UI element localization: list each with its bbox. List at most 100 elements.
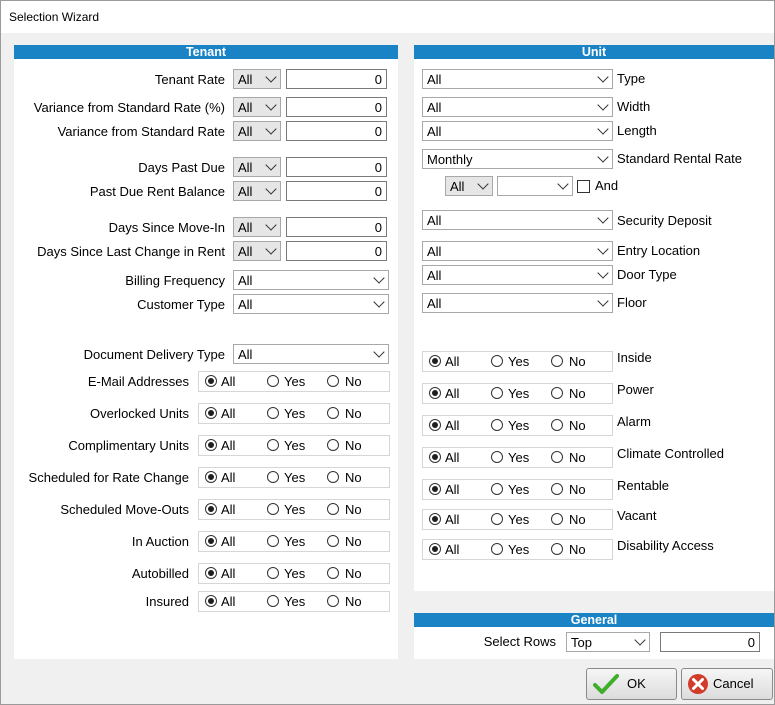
rental-rate-operator-select[interactable]: All (445, 176, 493, 196)
past-due-balance-input[interactable]: 0 (286, 181, 387, 201)
document-delivery-select[interactable]: All (233, 344, 389, 364)
variance-std-operator-select[interactable]: All (233, 121, 281, 141)
vacant-radio-all[interactable] (429, 513, 441, 525)
past-due-balance-operator-select[interactable]: All (233, 181, 281, 201)
unit-width-select[interactable]: All (422, 97, 613, 117)
disability-access-radio-yes[interactable] (491, 543, 503, 555)
rentable-radio-yes[interactable] (491, 483, 503, 495)
select-rows-mode-select[interactable]: Top (566, 632, 650, 652)
standard-rental-rate-select[interactable]: Monthly (422, 149, 613, 169)
in-auction-radio-yes[interactable] (267, 535, 279, 547)
days-since-change-label: Days Since Last Change in Rent (37, 244, 225, 259)
overlocked-units-radio-no[interactable] (327, 407, 339, 419)
entry-location-select[interactable]: All (422, 241, 613, 261)
door-type-select[interactable]: All (422, 265, 613, 285)
power-radio-no-label: No (569, 386, 586, 401)
power-radio-all[interactable] (429, 387, 441, 399)
rental-rate-value-select[interactable] (497, 176, 573, 196)
days-since-move-in-input[interactable]: 0 (286, 217, 387, 237)
alarm-radio-yes-label: Yes (508, 418, 530, 433)
days-past-due-operator-select[interactable]: All (233, 157, 281, 177)
disability-access-label: Disability Access (617, 538, 714, 553)
insured-label: Insured (145, 594, 189, 609)
complimentary-units-radio-yes-label: Yes (284, 438, 306, 453)
complimentary-units-radio-no[interactable] (327, 439, 339, 451)
floor-select[interactable]: All (422, 293, 613, 313)
insured-radio-all[interactable] (205, 595, 217, 607)
power-radio-yes[interactable] (491, 387, 503, 399)
climate-controlled-radio-yes[interactable] (491, 451, 503, 463)
climate-controlled-radio-no[interactable] (551, 451, 563, 463)
insured-radio-group: All Yes No (198, 591, 390, 612)
insured-radio-yes[interactable] (267, 595, 279, 607)
billing-frequency-select[interactable]: All (233, 270, 389, 290)
power-radio-group: All Yes No (422, 383, 613, 404)
e-mail-addresses-radio-no[interactable] (327, 375, 339, 387)
vacant-radio-group: All Yes No (422, 509, 613, 530)
chevron-down-icon (477, 178, 489, 190)
overlocked-units-radio-all[interactable] (205, 407, 217, 419)
e-mail-addresses-radio-yes[interactable] (267, 375, 279, 387)
alarm-radio-all[interactable] (429, 419, 441, 431)
alarm-radio-yes[interactable] (491, 419, 503, 431)
cancel-icon (688, 674, 708, 694)
days-since-change-operator-select[interactable]: All (233, 241, 281, 261)
autobilled-radio-all[interactable] (205, 567, 217, 579)
customer-type-select[interactable]: All (233, 294, 389, 314)
e-mail-addresses-label: E-Mail Addresses (87, 374, 189, 389)
inside-radio-yes[interactable] (491, 355, 503, 367)
chevron-down-icon (265, 99, 277, 111)
days-since-change-input[interactable]: 0 (286, 241, 387, 261)
scheduled-for-rate-change-radio-group: All Yes No (198, 467, 390, 488)
scheduled-for-rate-change-radio-no-label: No (345, 470, 362, 485)
disability-access-radio-all[interactable] (429, 543, 441, 555)
alarm-label: Alarm (617, 414, 651, 429)
in-auction-label: In Auction (131, 534, 189, 549)
days-past-due-input[interactable]: 0 (286, 157, 387, 177)
days-since-move-in-operator-select[interactable]: All (233, 217, 281, 237)
security-deposit-select[interactable]: All (422, 210, 613, 230)
rentable-radio-no[interactable] (551, 483, 563, 495)
vacant-radio-no[interactable] (551, 513, 563, 525)
autobilled-radio-yes-label: Yes (284, 566, 306, 581)
scheduled-move-outs-radio-no[interactable] (327, 503, 339, 515)
scheduled-move-outs-radio-yes[interactable] (267, 503, 279, 515)
e-mail-addresses-radio-all[interactable] (205, 375, 217, 387)
cancel-button[interactable]: Cancel (681, 668, 773, 700)
scheduled-for-rate-change-radio-yes-label: Yes (284, 470, 306, 485)
alarm-radio-no[interactable] (551, 419, 563, 431)
tenant-rate-operator-select[interactable]: All (233, 69, 281, 89)
scheduled-for-rate-change-radio-no[interactable] (327, 471, 339, 483)
tenant-rate-input[interactable]: 0 (286, 69, 387, 89)
vacant-radio-yes[interactable] (491, 513, 503, 525)
in-auction-radio-all[interactable] (205, 535, 217, 547)
complimentary-units-radio-all[interactable] (205, 439, 217, 451)
autobilled-radio-yes[interactable] (267, 567, 279, 579)
variance-pct-input[interactable]: 0 (286, 97, 387, 117)
inside-radio-no[interactable] (551, 355, 563, 367)
disability-access-radio-no-label: No (569, 542, 586, 557)
inside-radio-all[interactable] (429, 355, 441, 367)
scheduled-for-rate-change-radio-all[interactable] (205, 471, 217, 483)
insured-radio-no[interactable] (327, 595, 339, 607)
unit-type-select[interactable]: All (422, 69, 613, 89)
power-radio-no[interactable] (551, 387, 563, 399)
overlocked-units-label: Overlocked Units (90, 406, 189, 421)
autobilled-radio-no[interactable] (327, 567, 339, 579)
scheduled-for-rate-change-radio-yes[interactable] (267, 471, 279, 483)
overlocked-units-radio-yes[interactable] (267, 407, 279, 419)
cancel-label: Cancel (713, 676, 754, 691)
variance-std-input[interactable]: 0 (286, 121, 387, 141)
in-auction-radio-no[interactable] (327, 535, 339, 547)
and-checkbox[interactable] (577, 180, 590, 193)
unit-length-select[interactable]: All (422, 121, 613, 141)
disability-access-radio-no[interactable] (551, 543, 563, 555)
scheduled-move-outs-radio-all[interactable] (205, 503, 217, 515)
climate-controlled-radio-all[interactable] (429, 451, 441, 463)
rentable-radio-all[interactable] (429, 483, 441, 495)
variance-pct-operator-select[interactable]: All (233, 97, 281, 117)
ok-button[interactable]: OK (586, 668, 677, 700)
complimentary-units-radio-yes[interactable] (267, 439, 279, 451)
select-rows-input[interactable]: 0 (660, 632, 760, 652)
in-auction-radio-yes-label: Yes (284, 534, 306, 549)
